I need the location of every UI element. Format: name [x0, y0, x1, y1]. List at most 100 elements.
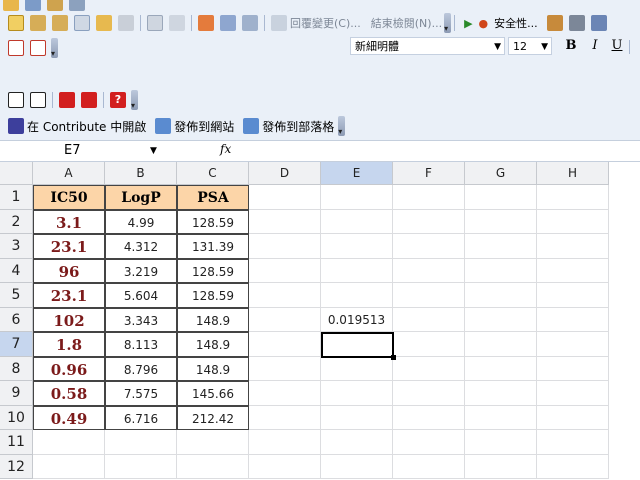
- name-box[interactable]: E7 ▼: [0, 141, 168, 161]
- review-icon[interactable]: [198, 15, 214, 31]
- row-header-10[interactable]: 10: [0, 405, 33, 430]
- pdf-toolbar-grip[interactable]: [51, 38, 58, 58]
- grid-cell[interactable]: [465, 454, 537, 479]
- grid-cell[interactable]: [393, 454, 465, 479]
- column-header-h[interactable]: H: [537, 162, 609, 185]
- grid-cell[interactable]: [393, 430, 465, 455]
- table-cell[interactable]: 23.1: [33, 234, 105, 259]
- table-cell[interactable]: 131.39: [177, 234, 249, 259]
- new-comment-icon[interactable]: [8, 15, 24, 31]
- row-header-7[interactable]: 7: [0, 332, 33, 357]
- bold-button[interactable]: B: [563, 38, 579, 54]
- table-header-cell[interactable]: LogP: [105, 185, 177, 210]
- delete-comment-icon[interactable]: [118, 15, 134, 31]
- column-header-c[interactable]: C: [177, 162, 249, 185]
- grid-cell[interactable]: [321, 381, 393, 406]
- grid-cell[interactable]: [465, 185, 537, 210]
- toolbar-options-grip[interactable]: [444, 13, 452, 33]
- table-cell[interactable]: 4.312: [105, 234, 177, 259]
- play-icon[interactable]: ▶: [464, 17, 472, 30]
- print-icon[interactable]: [69, 0, 85, 11]
- grid-cell[interactable]: [177, 454, 249, 479]
- table-cell[interactable]: 8.796: [105, 356, 177, 381]
- cell-e6[interactable]: 0.019513: [321, 307, 393, 332]
- pdf-convert-icon[interactable]: [8, 40, 24, 56]
- grid-cell[interactable]: [321, 185, 393, 210]
- grid-cell[interactable]: [537, 454, 609, 479]
- grid-cell[interactable]: [537, 185, 609, 210]
- table-cell[interactable]: 128.59: [177, 209, 249, 234]
- row-header-4[interactable]: 4: [0, 258, 33, 283]
- column-header-f[interactable]: F: [393, 162, 465, 185]
- table-cell[interactable]: 128.59: [177, 283, 249, 308]
- grid-cell[interactable]: [537, 209, 609, 234]
- grid-cell[interactable]: [249, 258, 321, 283]
- table-cell[interactable]: 128.59: [177, 258, 249, 283]
- grid-cell[interactable]: [393, 258, 465, 283]
- grid-cell[interactable]: [249, 405, 321, 430]
- grid-cell[interactable]: [105, 454, 177, 479]
- grid-cell[interactable]: [393, 405, 465, 430]
- compare-icon[interactable]: [242, 15, 258, 31]
- row-header-8[interactable]: 8: [0, 356, 33, 381]
- remove-all-icon[interactable]: [81, 92, 97, 108]
- grid-cell[interactable]: [465, 209, 537, 234]
- grid-cell[interactable]: [249, 454, 321, 479]
- font-name-select[interactable]: 新細明體 ▼: [350, 37, 505, 55]
- table-cell[interactable]: 6.716: [105, 405, 177, 430]
- grid-cell[interactable]: [249, 332, 321, 357]
- reviewers-icon[interactable]: [220, 15, 236, 31]
- grid-cell[interactable]: [249, 356, 321, 381]
- grid-cell[interactable]: [33, 430, 105, 455]
- table-cell[interactable]: 1.8: [33, 332, 105, 357]
- italic-button[interactable]: I: [587, 38, 603, 54]
- table-cell[interactable]: 148.9: [177, 332, 249, 357]
- row-header-1[interactable]: 1: [0, 185, 33, 210]
- security-button[interactable]: 安全性...: [494, 15, 538, 31]
- table-cell[interactable]: 96: [33, 258, 105, 283]
- grid-cell[interactable]: [465, 234, 537, 259]
- row-header-6[interactable]: 6: [0, 307, 33, 332]
- grid-cell[interactable]: [249, 307, 321, 332]
- grid-cell[interactable]: [393, 234, 465, 259]
- add-in-toolbar-grip[interactable]: [131, 90, 138, 110]
- grid-cell[interactable]: [537, 234, 609, 259]
- grid-cell[interactable]: [249, 381, 321, 406]
- show-comment-icon[interactable]: [74, 15, 90, 31]
- column-header-a[interactable]: A: [33, 162, 105, 185]
- grid-cell[interactable]: [321, 283, 393, 308]
- remove-icon[interactable]: [59, 92, 75, 108]
- grid-cell[interactable]: [177, 430, 249, 455]
- table-cell[interactable]: 212.42: [177, 405, 249, 430]
- grid-cell[interactable]: [249, 283, 321, 308]
- help-icon[interactable]: ?: [110, 92, 126, 108]
- folder-icon[interactable]: [3, 0, 19, 11]
- reply-changes-icon[interactable]: [271, 15, 287, 31]
- grid-cell[interactable]: [321, 356, 393, 381]
- grid-cell[interactable]: [537, 307, 609, 332]
- grid-cell[interactable]: [393, 381, 465, 406]
- grid-cell[interactable]: [33, 454, 105, 479]
- underline-button[interactable]: U: [609, 38, 625, 54]
- publish-site-icon[interactable]: [155, 118, 172, 134]
- table-cell[interactable]: 3.343: [105, 307, 177, 332]
- grid-cell[interactable]: [465, 258, 537, 283]
- font-size-select[interactable]: 12 ▼: [508, 37, 552, 55]
- grid-cell[interactable]: [321, 258, 393, 283]
- table-cell[interactable]: 148.9: [177, 307, 249, 332]
- table-cell[interactable]: 8.113: [105, 332, 177, 357]
- table-cell[interactable]: 0.96: [33, 356, 105, 381]
- grid-cell[interactable]: [465, 332, 537, 357]
- grid-cell[interactable]: [321, 405, 393, 430]
- open-in-contribute-button[interactable]: 在 Contribute 中開啟: [27, 118, 146, 135]
- grid-cell[interactable]: [465, 405, 537, 430]
- grid-cell[interactable]: [537, 405, 609, 430]
- grid-cell[interactable]: [537, 283, 609, 308]
- grid-cell[interactable]: [465, 307, 537, 332]
- mail-icon[interactable]: [47, 0, 63, 11]
- grid-cell[interactable]: [249, 185, 321, 210]
- contribute-toolbar-grip[interactable]: [338, 116, 346, 136]
- grid-cell[interactable]: [465, 356, 537, 381]
- grid-cell[interactable]: [321, 430, 393, 455]
- table-cell[interactable]: 0.49: [33, 405, 105, 430]
